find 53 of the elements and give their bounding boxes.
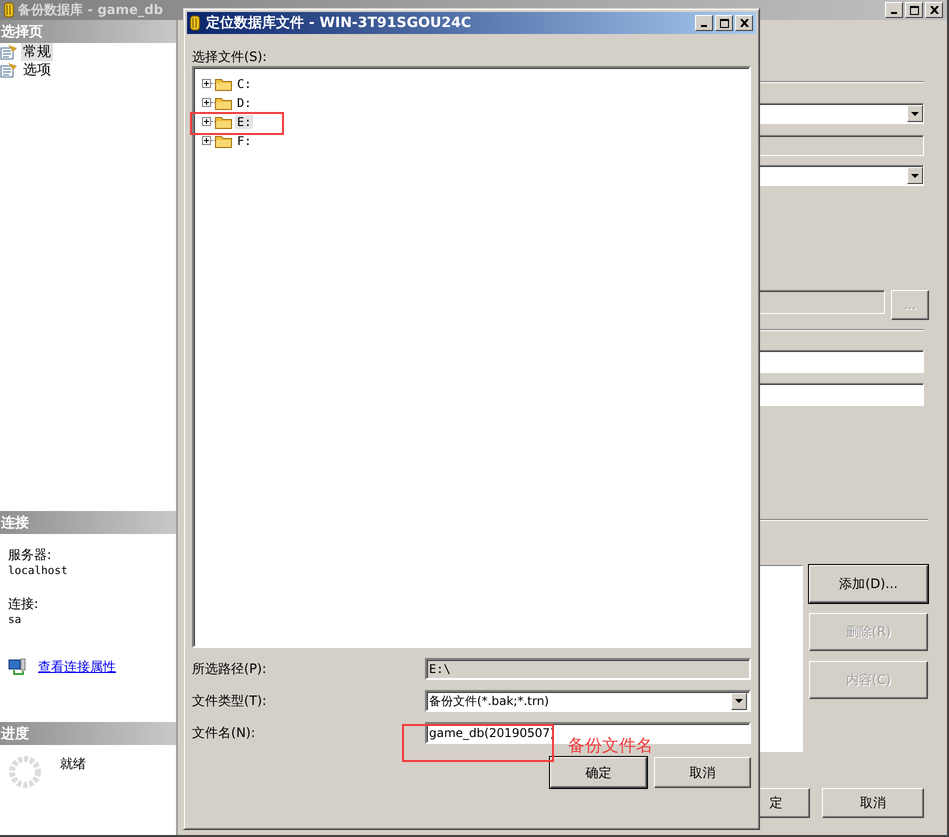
expand-icon[interactable] — [202, 79, 211, 88]
dropdown-arrow-icon — [911, 112, 919, 116]
folder-icon — [215, 134, 232, 148]
window-title: 备份数据库 - game_db — [18, 2, 164, 19]
maximize-icon — [720, 18, 728, 28]
dropdown-arrow-icon — [911, 174, 919, 178]
expand-icon[interactable] — [202, 98, 211, 107]
connection-properties-link[interactable]: 查看连接属性 — [38, 658, 116, 676]
file-type-dropdown[interactable]: 备份文件(*.bak;*.trn) — [425, 690, 751, 712]
maximize-button[interactable] — [715, 15, 733, 31]
folder-icon — [215, 114, 232, 128]
database-icon — [190, 15, 200, 31]
connection-value: sa — [8, 613, 22, 626]
drive-item[interactable]: D: — [235, 96, 254, 110]
field-label: 所选路径(P): — [192, 661, 268, 678]
path-field: E:\ — [425, 658, 751, 680]
progress-status: 就绪 — [60, 756, 86, 774]
footer-button[interactable]: 取消 — [822, 788, 924, 818]
close-icon — [930, 6, 938, 14]
connection-label: 连接: — [8, 596, 40, 613]
maximize-icon — [910, 6, 918, 14]
file-tree[interactable]: C: D: E: F: — [192, 66, 751, 648]
field-label: 文件名(N): — [192, 725, 256, 742]
page-item[interactable]: 常规 — [21, 43, 53, 61]
computer-icon — [8, 658, 26, 676]
tree-label: 选择文件(S): — [192, 49, 268, 66]
minimize-button[interactable] — [885, 2, 903, 18]
section-header: 选择页 — [0, 20, 176, 43]
section-header: 进度 — [0, 722, 176, 745]
dialog-button[interactable]: 取消 — [654, 757, 751, 788]
dropdown-arrow-icon — [735, 699, 743, 703]
drive-item[interactable]: C: — [235, 76, 254, 90]
dialog-button[interactable]: 确定 — [550, 757, 647, 788]
expand-icon[interactable] — [202, 117, 211, 126]
connection-label: 服务器: — [8, 547, 52, 564]
close-icon — [740, 19, 748, 27]
maximize-button[interactable] — [905, 2, 923, 18]
minimize-button[interactable] — [695, 15, 713, 31]
dialog-title: 定位数据库文件 - WIN-3T91SGOU24C — [206, 14, 472, 32]
close-button[interactable] — [925, 2, 943, 18]
section-header: 连接 — [0, 511, 176, 534]
folder-icon — [215, 96, 232, 110]
expand-icon[interactable] — [202, 136, 211, 145]
database-icon — [4, 2, 14, 18]
field-label: 文件类型(T): — [192, 693, 268, 710]
close-button[interactable] — [735, 15, 753, 31]
connection-value: localhost — [8, 564, 69, 577]
folder-icon — [215, 76, 232, 90]
drive-item[interactable]: E: — [235, 114, 254, 128]
page-item[interactable]: 选项 — [21, 61, 53, 79]
destination-button[interactable]: 添加(D)... — [809, 565, 928, 603]
spinner-icon — [8, 755, 42, 789]
drive-item[interactable]: F: — [235, 134, 254, 148]
